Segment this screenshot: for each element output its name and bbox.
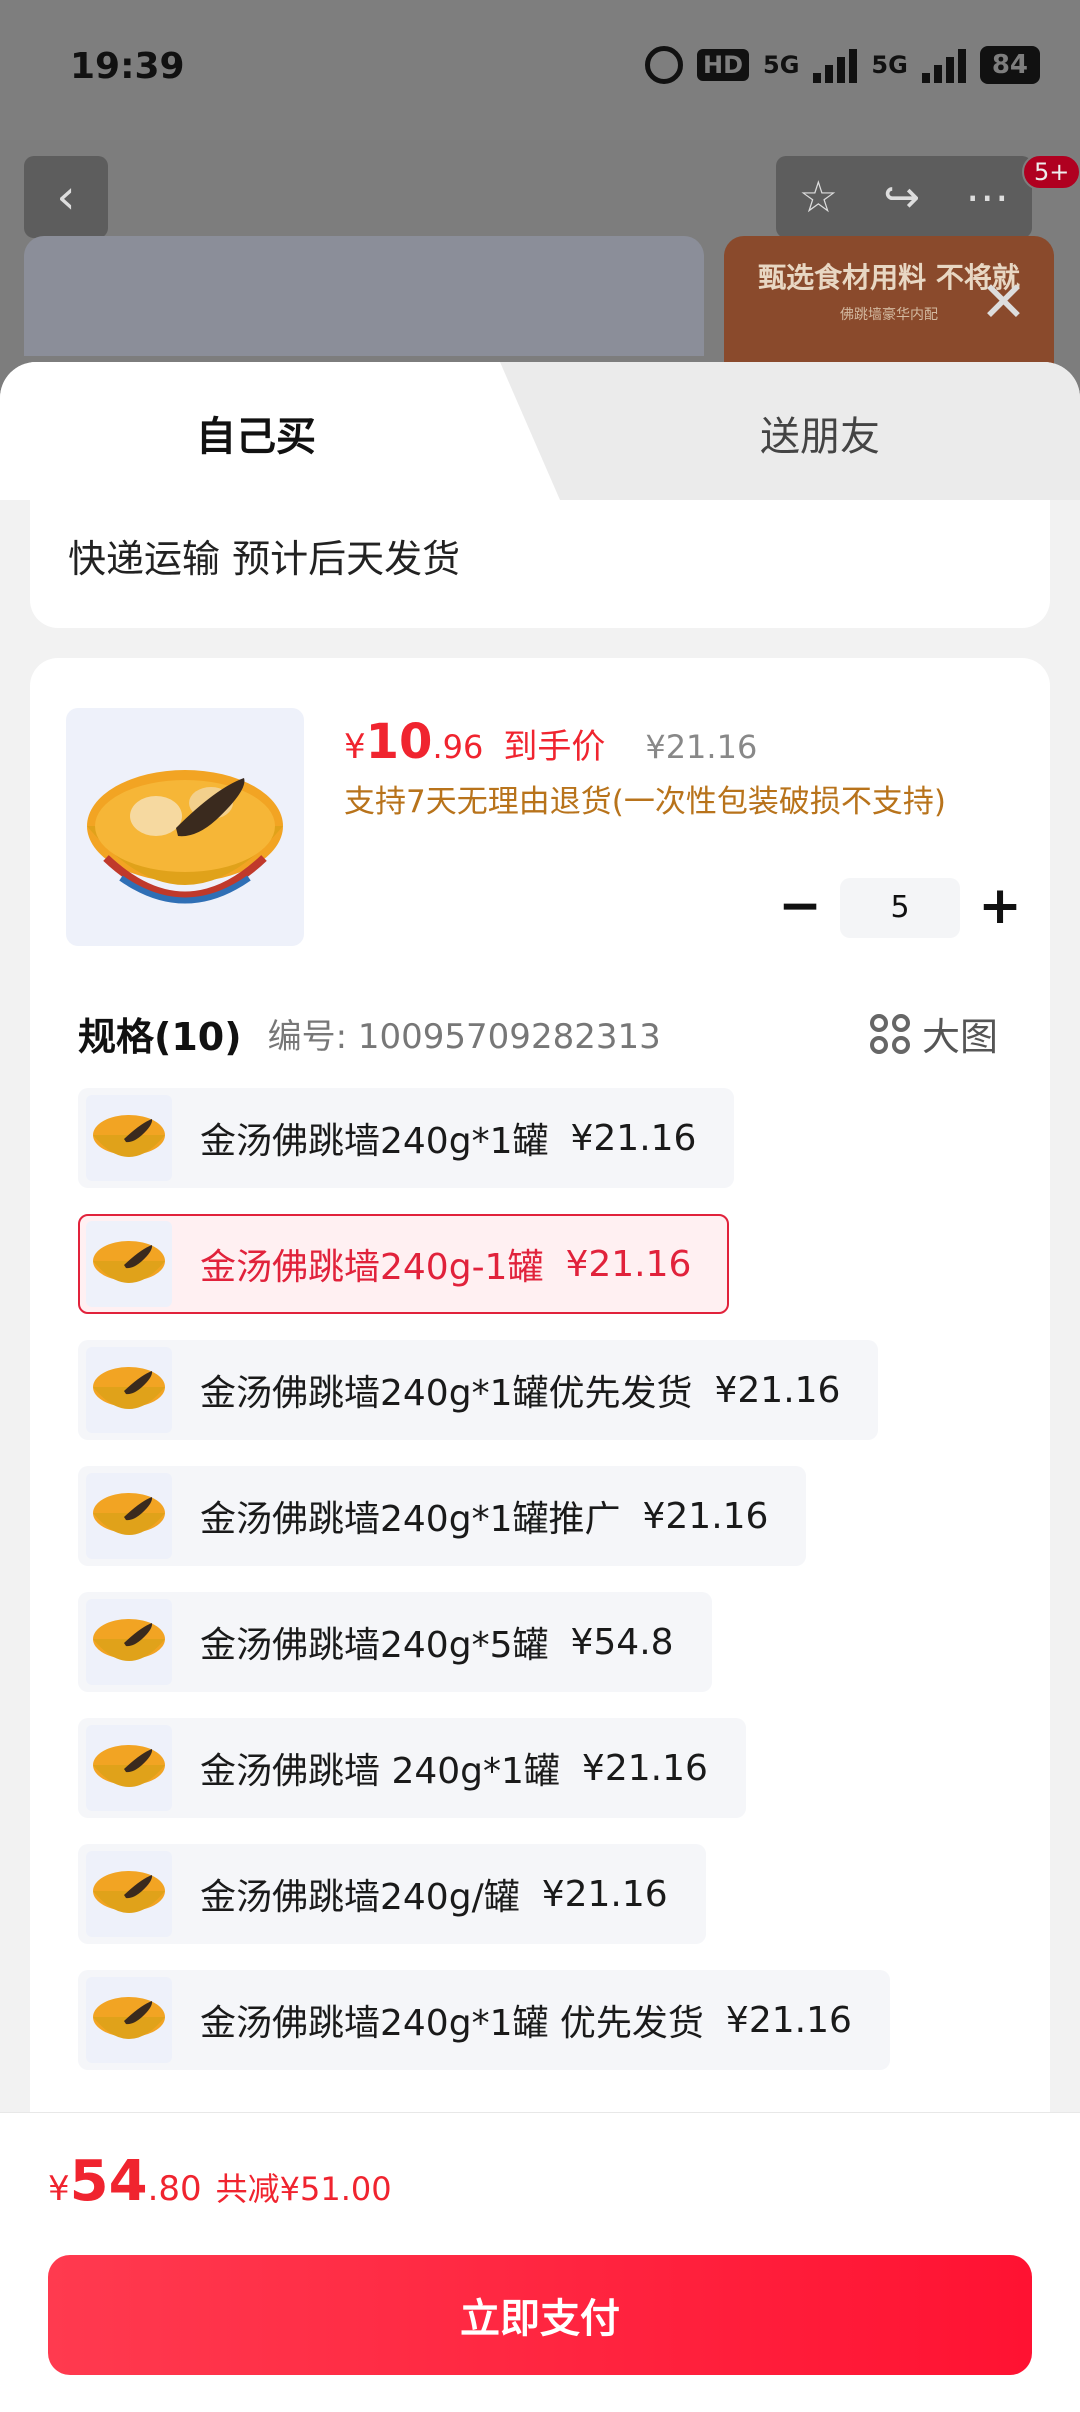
quantity-stepper: − 5 + <box>770 878 1030 938</box>
battery-icon: 84 <box>979 46 1040 84</box>
spec-name: 金汤佛跳墙240g*1罐 <box>200 1121 549 1162</box>
network-label: 5G <box>763 51 800 79</box>
alarm-icon <box>644 46 683 84</box>
spec-title: 规格(10) <box>78 1015 242 1059</box>
spec-name: 金汤佛跳墙240g*5罐 <box>200 1625 549 1666</box>
share-icon[interactable]: ↪ <box>883 172 920 223</box>
spec-price: ¥21.16 <box>565 1243 692 1285</box>
spec-option[interactable]: 金汤佛跳墙240g/罐 ¥21.16 <box>78 1844 706 1944</box>
spec-header: 规格(10) 编号: 10095709282313 大图 <box>78 1006 998 1061</box>
spec-thumbnail <box>86 1221 172 1307</box>
spec-thumbnail <box>86 1851 172 1937</box>
spec-price: ¥21.16 <box>581 1747 708 1789</box>
spec-name: 金汤佛跳墙240g-1罐 <box>200 1247 544 1288</box>
grid-icon <box>869 1013 910 1054</box>
spec-name: 金汤佛跳墙240g*1罐推广 <box>200 1499 621 1540</box>
checkout-footer: ¥ 54 .80 共减¥51.00 立即支付 <box>0 2112 1080 2412</box>
clock: 19:39 <box>70 46 185 87</box>
spec-price: ¥21.16 <box>714 1369 841 1411</box>
spec-thumbnail <box>86 1347 172 1433</box>
star-icon[interactable]: ☆ <box>799 172 838 223</box>
total-currency: ¥ <box>48 2169 70 2209</box>
spec-option[interactable]: 金汤佛跳墙240g*5罐 ¥54.8 <box>78 1592 712 1692</box>
spec-list: 金汤佛跳墙240g*1罐 ¥21.16 金汤佛跳墙240g-1罐 ¥21.16 … <box>78 1088 1018 2096</box>
soup-bowl-image <box>87 770 283 904</box>
big-view-label: 大图 <box>921 1015 998 1059</box>
spec-option[interactable]: 金汤佛跳墙240g*1罐 ¥21.16 <box>78 1088 735 1188</box>
spec-price: ¥21.16 <box>725 1999 852 2041</box>
more-icon[interactable]: ⋯ <box>965 172 1009 223</box>
spec-thumbnail <box>86 1599 172 1685</box>
pay-now-button[interactable]: 立即支付 <box>48 2255 1032 2375</box>
status-icons: HD 5G 5G 84 <box>644 46 1040 84</box>
spec-option[interactable]: 金汤佛跳墙240g*1罐 优先发货 ¥21.16 <box>78 1970 890 2070</box>
status-bar: 19:39 HD 5G 5G 84 <box>0 0 1080 140</box>
close-icon[interactable]: ✕ <box>980 270 1027 335</box>
plus-button[interactable]: + <box>970 878 1030 938</box>
spec-thumbnail <box>86 1095 172 1181</box>
message-badge: 5+ <box>1022 154 1080 190</box>
product-code: 编号: 10095709282313 <box>267 1017 661 1057</box>
spec-price: ¥21.16 <box>642 1495 769 1537</box>
spec-price: ¥21.16 <box>570 1117 697 1159</box>
price-decimal: .96 <box>432 728 484 766</box>
tab-buy-self[interactable]: 自己买 <box>0 362 560 500</box>
spec-thumbnail <box>86 1473 172 1559</box>
hd-icon: HD <box>696 49 749 81</box>
product-image-background <box>24 236 704 356</box>
original-price: ¥21.16 <box>645 728 758 766</box>
savings-label: 共减¥51.00 <box>215 2170 392 2208</box>
top-toolbar: ☆ ↪ ⋯ <box>776 156 1032 238</box>
spec-option[interactable]: 金汤佛跳墙240g*1罐推广 ¥21.16 <box>78 1466 807 1566</box>
total-price: ¥ 54 .80 共减¥51.00 <box>48 2149 392 2214</box>
spec-option[interactable]: 金汤佛跳墙240g*1罐优先发货 ¥21.16 <box>78 1340 879 1440</box>
spec-name: 金汤佛跳墙240g/罐 <box>200 1877 520 1918</box>
spec-option-selected[interactable]: 金汤佛跳墙240g-1罐 ¥21.16 <box>78 1214 730 1314</box>
spec-price: ¥21.16 <box>541 1873 668 1915</box>
chevron-left-icon: ‹ <box>56 169 76 225</box>
currency-symbol: ¥ <box>344 727 366 767</box>
spec-thumbnail <box>86 1725 172 1811</box>
tab-buy-self-label: 自己买 <box>196 414 316 460</box>
signal-icon <box>813 47 858 83</box>
signal-icon-2 <box>921 47 966 83</box>
purchase-sheet: 送朋友 自己买 快递运输 预计后天发货 ¥ 10 .96 到手价 ¥21.16 … <box>0 362 1080 2412</box>
spec-name: 金汤佛跳墙240g*1罐 优先发货 <box>200 2003 704 2044</box>
spec-thumbnail <box>86 1977 172 2063</box>
price-integer: 10 <box>365 714 433 770</box>
spec-name: 金汤佛跳墙 240g*1罐 <box>200 1751 560 1792</box>
minus-button[interactable]: − <box>770 878 830 938</box>
shipping-info: 快递运输 预计后天发货 <box>68 537 461 581</box>
spec-option[interactable]: 金汤佛跳墙 240g*1罐 ¥21.16 <box>78 1718 746 1818</box>
total-integer: 54 <box>69 2149 148 2214</box>
back-button[interactable]: ‹ <box>24 156 108 238</box>
shipping-card: 快递运输 预计后天发货 <box>30 500 1050 628</box>
price-line: ¥ 10 .96 到手价 ¥21.16 <box>344 714 757 770</box>
spec-price: ¥54.8 <box>570 1621 674 1663</box>
tab-gift-friend-label: 送朋友 <box>760 414 880 460</box>
product-thumbnail[interactable] <box>66 708 304 946</box>
total-decimal: .80 <box>147 2169 202 2209</box>
final-price-tag: 到手价 <box>503 727 606 767</box>
quantity-input[interactable]: 5 <box>840 878 960 938</box>
network-label-2: 5G <box>871 51 908 79</box>
return-policy: 支持7天无理由退货(一次性包装破损不支持) <box>344 784 946 820</box>
big-view-toggle[interactable]: 大图 <box>869 1006 998 1061</box>
spec-name: 金汤佛跳墙240g*1罐优先发货 <box>200 1373 693 1414</box>
purchase-tabs: 送朋友 自己买 <box>0 362 1080 500</box>
